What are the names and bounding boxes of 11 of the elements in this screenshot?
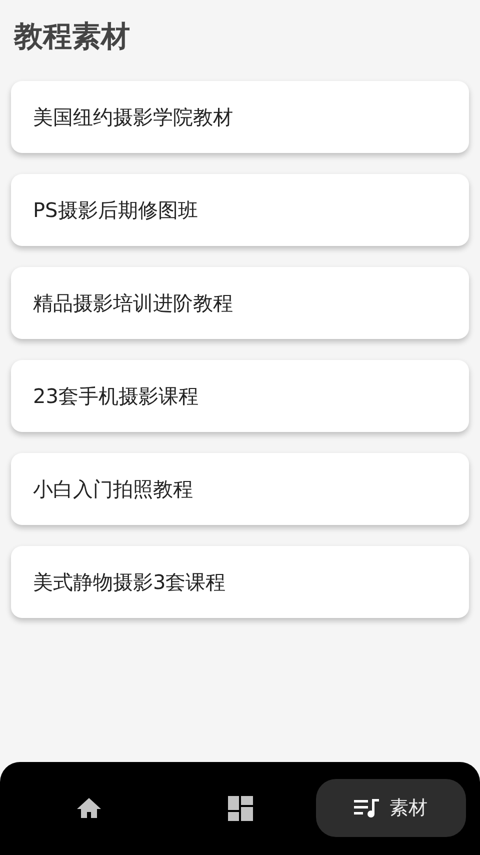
course-card[interactable]: 美式静物摄影3套课程 <box>11 546 469 618</box>
course-card[interactable]: PS摄影后期修图班 <box>11 174 469 246</box>
course-card[interactable]: 精品摄影培训进阶教程 <box>11 267 469 339</box>
course-card[interactable]: 23套手机摄影课程 <box>11 360 469 432</box>
home-icon <box>76 797 102 819</box>
nav-tab[interactable]: 素材 <box>316 779 466 837</box>
dashboard-icon <box>228 796 252 820</box>
course-card[interactable]: 小白入门拍照教程 <box>11 453 469 525</box>
playlist-icon <box>354 798 380 818</box>
page-title: 教程素材 <box>12 18 131 55</box>
course-card[interactable]: 美国纽约摄影学院教材 <box>11 81 469 153</box>
